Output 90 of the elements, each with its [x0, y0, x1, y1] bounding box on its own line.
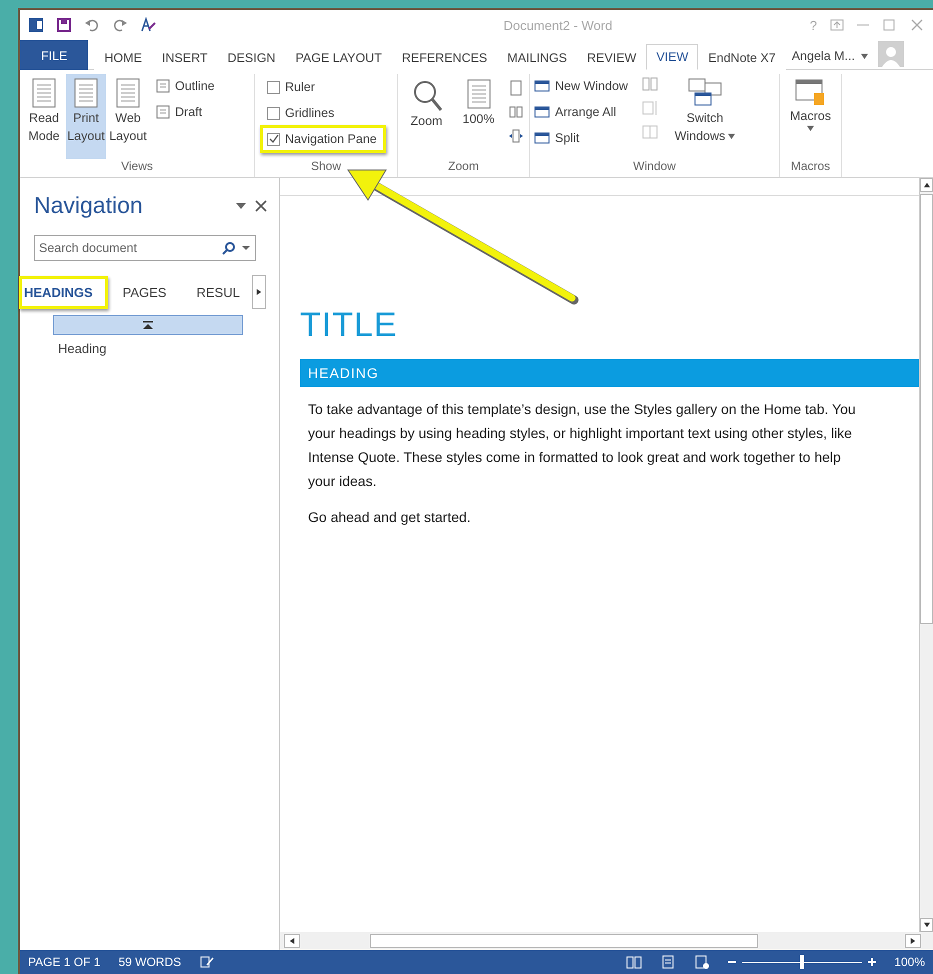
- checkmark-icon: [268, 134, 278, 144]
- caret-icon: [807, 125, 814, 132]
- pane-tab[interactable]: PAGES: [120, 278, 178, 306]
- undo-icon: [84, 17, 100, 33]
- body-text-line: your headings by using heading styles, or highlight important text using other styles, like: [308, 424, 853, 443]
- pane-title: Navigation: [34, 192, 144, 219]
- caret-icon: [860, 52, 868, 60]
- zoom-slider-thumb[interactable]: [800, 955, 804, 969]
- view-mode-button[interactable]: Read Mode: [24, 74, 64, 159]
- document-heading: HEADING: [300, 359, 919, 387]
- user-avatar: [878, 41, 904, 67]
- group-label: Zoom: [447, 159, 480, 175]
- one-page-icon: [508, 80, 522, 96]
- word-count[interactable]: 59 WORDS: [118, 955, 182, 969]
- page-icon: [30, 77, 58, 109]
- web-layout-icon: [694, 954, 710, 970]
- zoom-level[interactable]: 100%: [894, 955, 925, 969]
- right-arrow-icon: [910, 938, 916, 944]
- view-small-button[interactable]: Outline: [156, 76, 215, 96]
- body-text-line: To take advantage of this template’s design, use the Styles gallery on the Home tab. You: [308, 400, 857, 419]
- search-field[interactable]: Search document: [34, 235, 256, 261]
- window-title: Document2 - Word: [502, 18, 614, 32]
- view-small-button[interactable]: Draft: [156, 102, 215, 122]
- pane-tab[interactable]: HEADINGS: [22, 278, 105, 306]
- search-icon: [222, 241, 236, 255]
- group-label: Show: [310, 159, 342, 175]
- zoom-out-icon[interactable]: [728, 958, 736, 966]
- page-width-icon: [508, 128, 522, 144]
- dropdown-icon: [235, 200, 247, 210]
- redo-icon: [112, 17, 128, 33]
- dropdown-icon: [242, 244, 250, 252]
- document-title: TITLE: [300, 306, 399, 345]
- minimize-icon: [857, 24, 869, 26]
- side-by-side-icon: [642, 76, 658, 92]
- body-text-line: your ideas.: [308, 472, 378, 491]
- print-layout-icon: [660, 954, 676, 970]
- heading-item[interactable]: Heading: [58, 341, 279, 356]
- zoom-in-icon[interactable]: [868, 958, 876, 966]
- user-name[interactable]: Angela M...: [792, 43, 868, 69]
- ribbon-tab[interactable]: REVIEW: [577, 44, 646, 70]
- file-tab[interactable]: FILE: [20, 40, 88, 70]
- vertical-scrollbar[interactable]: [919, 178, 933, 932]
- ribbon-tab[interactable]: VIEW: [646, 44, 698, 70]
- view-mode-button[interactable]: Web Layout: [108, 74, 148, 159]
- read-mode-icon: [626, 954, 642, 970]
- group-label: Window: [632, 159, 677, 175]
- window-icon: [534, 104, 550, 120]
- group-label: Macros: [790, 159, 832, 175]
- reset-position-icon: [642, 124, 658, 140]
- window-icon: [534, 130, 550, 146]
- scroll-tabs-button[interactable]: [252, 275, 266, 309]
- down-arrow-icon: [924, 922, 930, 928]
- body-text-line: Intense Quote. These styles come in formatted to look great and work together to help: [308, 448, 842, 467]
- close-icon: [909, 17, 925, 33]
- caret-icon: [728, 132, 736, 140]
- zoom-button[interactable]: Zoom: [404, 74, 448, 159]
- up-arrow-icon: [924, 182, 930, 188]
- window-button[interactable]: Split: [534, 128, 628, 148]
- switch-windows-button[interactable]: Switch Windows: [672, 74, 738, 159]
- save-icon: [56, 17, 72, 33]
- window-button[interactable]: New Window: [534, 76, 628, 96]
- close-icon: [255, 200, 267, 212]
- ribbon-display-icon: [829, 17, 845, 33]
- page-icon: [464, 78, 492, 110]
- checkbox[interactable]: Navigation Pane: [263, 128, 383, 150]
- proofing-icon: [199, 954, 216, 970]
- body-text-line: Go ahead and get started.: [308, 508, 472, 527]
- page-icon: [156, 79, 170, 93]
- spelling-icon: [140, 17, 156, 33]
- sync-scroll-icon: [642, 100, 658, 116]
- collapse-icon: [143, 321, 153, 329]
- window-button[interactable]: Arrange All: [534, 102, 628, 122]
- macros-button[interactable]: Macros: [784, 74, 837, 159]
- page-icon: [72, 77, 100, 109]
- maximize-icon: [881, 17, 897, 33]
- zoom-button[interactable]: 100%: [456, 74, 500, 159]
- page-count[interactable]: PAGE 1 OF 1: [28, 955, 100, 969]
- page-icon: [114, 77, 142, 109]
- checkbox[interactable]: Ruler: [263, 76, 383, 98]
- left-arrow-icon: [289, 938, 295, 944]
- horizontal-scrollbar[interactable]: [280, 932, 933, 950]
- word-logo-icon: [28, 17, 44, 33]
- multiple-pages-icon: [508, 104, 522, 120]
- view-mode-button[interactable]: Print Layout: [66, 74, 106, 159]
- group-label: Views: [120, 159, 154, 175]
- window-icon: [534, 78, 550, 94]
- checkbox[interactable]: Gridlines: [263, 102, 383, 124]
- pane-tab[interactable]: RESUL: [194, 278, 252, 306]
- right-arrow-icon: [256, 289, 262, 295]
- page-icon: [156, 105, 170, 119]
